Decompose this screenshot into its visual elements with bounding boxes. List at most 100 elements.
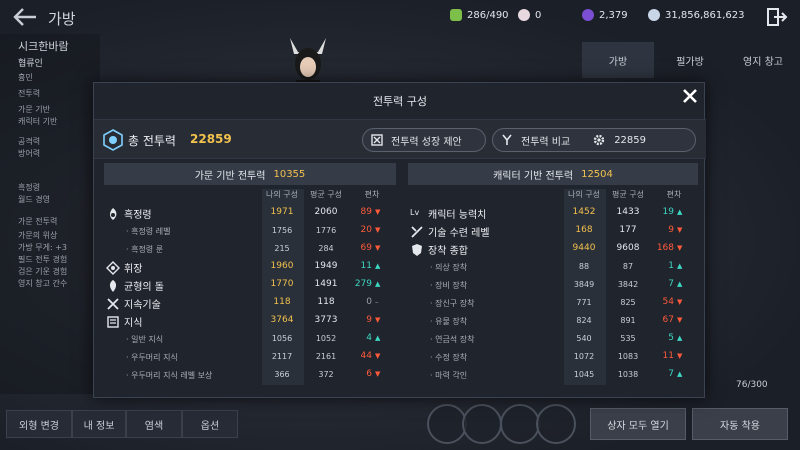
row-deviation-value: 4 — [366, 333, 372, 343]
combat-power-modal: 전투력 구성 총 전투력 22859 전투력 성장 제안 전투력 비교 2285… — [93, 82, 706, 398]
equipment-slot[interactable] — [500, 404, 540, 444]
row-average-value: 825 — [620, 298, 636, 307]
close-icon[interactable] — [682, 88, 698, 104]
row-deviation-value: 19 — [662, 207, 674, 217]
compare-value: 22859 — [614, 134, 646, 146]
skill-training-icon — [410, 224, 424, 238]
table-row: · 우두머리 지식 레벨 보상 366 372 6 ▼ — [104, 367, 396, 384]
knowledge-icon — [106, 314, 120, 328]
table-row: · 의상 장착 88 87 1 ▲ — [408, 259, 698, 276]
arrow-up-icon: ▲ — [677, 262, 683, 270]
row-mine-value: 118 — [273, 297, 291, 307]
row-mine-value: 1056 — [271, 334, 293, 343]
equipment-slot[interactable] — [462, 404, 502, 444]
row-average-value: 284 — [318, 244, 334, 253]
auto-equip-button[interactable]: 자동 착용 — [692, 408, 788, 440]
row-mine-value: 1756 — [271, 226, 293, 235]
row-average-value: 2161 — [315, 352, 337, 361]
row-mine-value: 2117 — [271, 352, 293, 361]
growth-suggestion-label: 전투력 성장 제안 — [391, 136, 462, 148]
family-name: 시크한바람 — [18, 40, 69, 53]
growth-suggestion-icon — [371, 134, 383, 146]
arrow-down-icon: ▼ — [677, 316, 683, 324]
row-deviation-value: 67 — [662, 315, 674, 325]
gear-icon — [593, 134, 605, 146]
row-label: 캐릭터 능력치 — [428, 210, 487, 221]
column-header-mine: 나의 구성 — [266, 190, 298, 199]
silver-indicator: 31,856,861,623 — [648, 9, 745, 21]
character-section-title: 캐릭터 기반 전투력 — [493, 170, 574, 182]
table-row: 지속기술 118 118 0– — [104, 295, 396, 312]
row-mine-value: 1045 — [573, 370, 595, 379]
open-all-boxes-label: 상자 모두 열기 — [607, 420, 669, 432]
row-label: · 의상 장착 — [430, 263, 468, 272]
column-header-deviation: 편차 — [666, 190, 682, 199]
row-mine-value: 540 — [576, 334, 592, 343]
row-deviation-value: 11 — [662, 351, 674, 361]
table-row: 지식 3764 3773 9 ▼ — [104, 313, 396, 330]
row-label: · 장신구 장착 — [430, 299, 475, 308]
row-deviation-value: 44 — [360, 351, 372, 361]
total-combat-power-label: 총 전투력 — [128, 134, 176, 148]
left-line: 필드 전투 경험 — [18, 255, 68, 264]
arrow-up-icon: ▲ — [375, 334, 381, 342]
gem-indicator: 2,379 — [582, 9, 628, 21]
row-label: 장착 종합 — [428, 246, 468, 257]
row-label: · 흑정령 룬 — [126, 245, 164, 254]
arrow-down-icon: ▼ — [375, 352, 381, 360]
row-deviation-value: 9 — [668, 225, 674, 235]
row-average-value: 1083 — [617, 352, 639, 361]
row-label: 지속기술 — [124, 300, 161, 311]
table-row: · 흑정령 룬 215 284 69 ▼ — [104, 241, 396, 258]
left-line: 전투력 — [18, 89, 41, 98]
tab-storage[interactable]: 영지 창고 — [726, 42, 800, 78]
left-line: 공격력 — [18, 137, 41, 146]
combat-power-compare-button[interactable]: 전투력 비교 22859 — [492, 128, 696, 152]
left-line: 가문의 위상 — [18, 231, 58, 240]
table-row: 휘장 1960 1949 11 ▲ — [104, 259, 396, 276]
row-mine-value: 771 — [576, 298, 592, 307]
row-average-value: 87 — [622, 262, 634, 271]
row-label: 기술 수련 레벨 — [428, 228, 490, 239]
row-average-value: 1433 — [616, 207, 640, 217]
family-combat-power-header: 가문 기반 전투력 10355 — [104, 163, 396, 185]
exit-icon[interactable] — [766, 7, 788, 27]
back-arrow-icon[interactable] — [12, 6, 38, 28]
arrow-up-icon: ▲ — [375, 262, 381, 270]
appearance-change-button[interactable]: 외형 변경 — [6, 410, 72, 438]
equipment-slot[interactable] — [536, 404, 576, 444]
row-deviation-value: 5 — [668, 333, 674, 343]
bag-page-counter: 76/300 — [736, 380, 768, 390]
row-mine-value: 168 — [575, 225, 593, 235]
my-info-button[interactable]: 내 정보 — [72, 410, 126, 438]
dye-button[interactable]: 염색 — [126, 410, 182, 438]
character-info-panel: 시크한바람 협류인 흉민 전투력 가문 기반 캐릭터 기반 공격력 방어력 흑정… — [0, 34, 100, 394]
row-deviation-value: 54 — [662, 297, 674, 307]
arrow-down-icon: ▼ — [375, 316, 381, 324]
row-label: · 흑정령 레벨 — [126, 227, 171, 236]
table-row: · 마력 각인 1045 1038 7 ▲ — [408, 367, 698, 384]
table-row: 균형의 돌 1770 1491 279 ▲ — [104, 277, 396, 294]
growth-suggestion-button[interactable]: 전투력 성장 제안 — [362, 128, 486, 152]
row-label: 흑정령 — [124, 210, 152, 221]
left-line: 가방 무게: +3 — [18, 243, 68, 252]
row-average-value: 535 — [620, 334, 636, 343]
row-deviation-value: 69 — [360, 243, 372, 253]
row-average-value: 3842 — [617, 280, 639, 289]
emblem-icon — [106, 260, 120, 275]
row-mine-value: 88 — [578, 262, 590, 271]
row-deviation-value: 7 — [668, 369, 674, 379]
row-mine-value: 9440 — [572, 243, 596, 253]
tab-pearl-bag[interactable]: 펄가방 — [654, 42, 726, 78]
row-mine-value: 1770 — [270, 279, 294, 289]
compare-label: 전투력 비교 — [521, 136, 571, 148]
row-deviation-value: 0 — [366, 297, 372, 307]
row-label: · 일반 지식 — [126, 335, 164, 344]
equipment-slot[interactable] — [427, 404, 467, 444]
column-header-average: 평균 구성 — [612, 190, 644, 199]
open-all-boxes-button[interactable]: 상자 모두 열기 — [590, 408, 686, 440]
options-button[interactable]: 옵션 — [182, 410, 238, 438]
row-mine-value: 366 — [274, 370, 290, 379]
row-average-value: 118 — [317, 297, 335, 307]
tab-bag[interactable]: 가방 — [582, 42, 654, 78]
